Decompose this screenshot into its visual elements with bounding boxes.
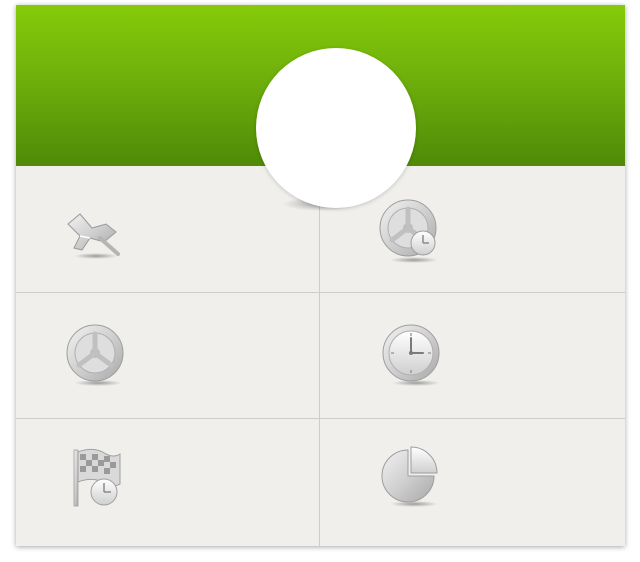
- steering-wheel-icon: [66, 324, 124, 386]
- wheel-clock-icon: [379, 199, 438, 263]
- app-window: [16, 5, 625, 546]
- stopwatch-icon: [382, 324, 440, 386]
- tile-pie-chart[interactable]: [320, 419, 625, 546]
- tile-steering-wheel[interactable]: [16, 293, 320, 419]
- pedals-icon: [67, 213, 120, 259]
- checkered-flag-clock-icon: [73, 448, 121, 507]
- pie-chart-icon: [381, 446, 438, 507]
- tile-checkered-flag[interactable]: [16, 419, 320, 546]
- avatar[interactable]: [256, 48, 416, 208]
- tile-pedals[interactable]: [16, 166, 320, 293]
- menu-grid: [16, 166, 625, 546]
- tile-stopwatch[interactable]: [320, 293, 625, 419]
